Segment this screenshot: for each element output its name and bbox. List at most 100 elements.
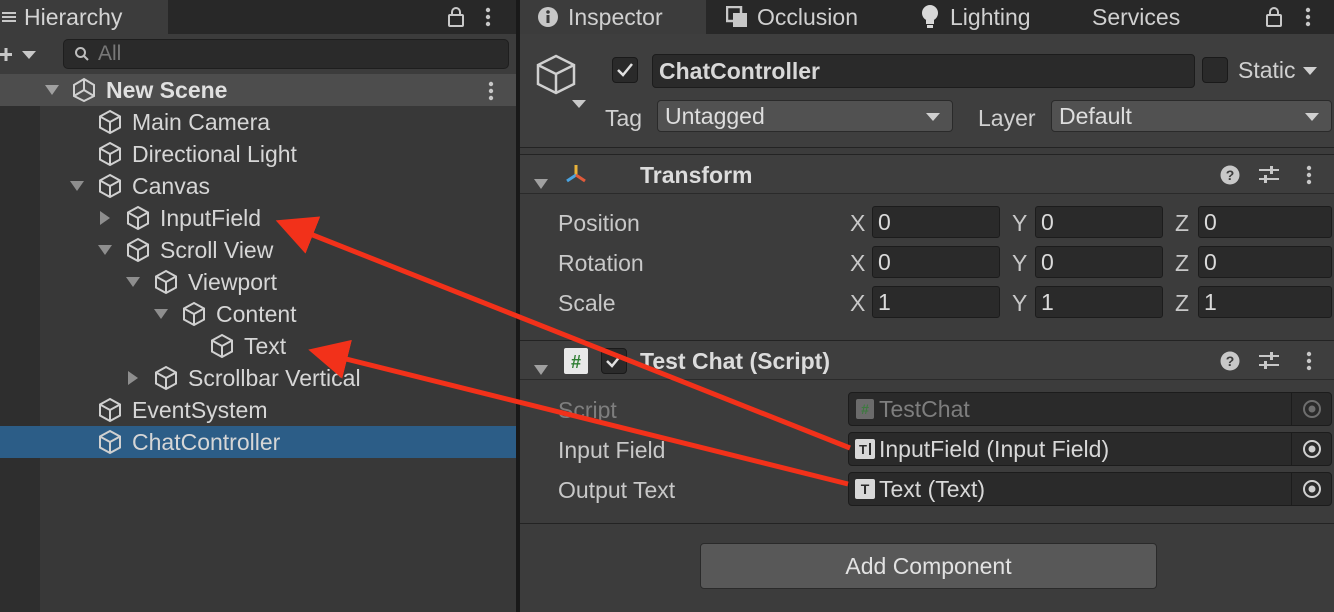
expand-arrow-icon[interactable] — [98, 243, 112, 257]
component-more-icon[interactable] — [1306, 350, 1312, 378]
hierarchy-tab[interactable]: Hierarchy — [0, 0, 168, 34]
collapse-arrow-icon[interactable] — [98, 211, 112, 225]
tag-label: Tag — [605, 105, 643, 131]
help-icon[interactable]: ? — [1220, 350, 1240, 377]
transform-header[interactable]: Transform ? — [520, 154, 1334, 194]
position-x-field[interactable]: 0 — [872, 206, 1000, 238]
preset-sliders-icon[interactable] — [1258, 350, 1280, 378]
rotation-z-field[interactable]: 0 — [1198, 246, 1332, 278]
axis-z-label[interactable]: Z — [1175, 210, 1189, 237]
object-name-field[interactable]: ChatController — [652, 54, 1195, 88]
object-picker-icon[interactable] — [1291, 473, 1331, 505]
output-text-value: Text (Text) — [879, 475, 986, 502]
search-icon — [74, 46, 90, 62]
list-icon — [2, 4, 20, 31]
expand-arrow-icon[interactable] — [45, 83, 59, 97]
tab-inspector[interactable]: Inspector — [520, 0, 706, 34]
transform-title: Transform — [640, 162, 753, 188]
static-dropdown-icon[interactable] — [1303, 67, 1317, 75]
tree-item-label: Content — [216, 300, 297, 327]
output-text-ref[interactable]: T Text (Text) — [848, 472, 1332, 506]
transform-position-label: Position — [558, 210, 640, 236]
gameobject-cube-icon — [180, 300, 208, 328]
tree-item-main-camera[interactable]: Main Camera — [0, 106, 516, 138]
inspector-more-icon[interactable] — [1304, 0, 1312, 34]
create-dropdown-button[interactable] — [0, 42, 42, 68]
scene-more-icon[interactable] — [487, 80, 495, 102]
help-icon[interactable]: ? — [1220, 164, 1240, 191]
input-field-ref[interactable]: T InputField (Input Field) — [848, 432, 1332, 466]
gameobject-cube-icon — [124, 236, 152, 264]
tree-item-inputfield[interactable]: InputField — [0, 202, 516, 234]
inspector-lock-icon[interactable] — [1264, 0, 1284, 34]
tree-item-directional-light[interactable]: Directional Light — [0, 138, 516, 170]
tab-lighting[interactable]: Lighting — [902, 0, 1031, 34]
axis-y-label[interactable]: Y — [1012, 210, 1027, 237]
tree-item-canvas[interactable]: Canvas — [0, 170, 516, 202]
svg-text:?: ? — [1226, 167, 1235, 183]
scale-x-field[interactable]: 1 — [872, 286, 1000, 318]
tree-item-text[interactable]: Text — [0, 330, 516, 362]
scale-x-value: 1 — [878, 288, 891, 315]
add-component-button[interactable]: Add Component — [700, 543, 1157, 589]
tree-item-label: Canvas — [132, 172, 210, 199]
position-y-field[interactable]: 0 — [1035, 206, 1163, 238]
tab-services[interactable]: Services — [1092, 0, 1180, 34]
testchat-header[interactable]: # Test Chat (Script) ? — [520, 340, 1334, 380]
tree-item-scroll-view[interactable]: Scroll View — [0, 234, 516, 266]
scene-row[interactable]: New Scene — [0, 74, 516, 106]
svg-text:T: T — [861, 481, 870, 497]
rotation-x-field[interactable]: 0 — [872, 246, 1000, 278]
tree-item-content[interactable]: Content — [0, 298, 516, 330]
hierarchy-tab-label: Hierarchy — [24, 3, 123, 30]
inspector-panel: Inspector Occlusion Lighting Services Ch… — [520, 0, 1334, 612]
lock-icon[interactable] — [446, 0, 466, 34]
tag-value: Untagged — [665, 102, 765, 129]
expand-arrow-icon[interactable] — [70, 179, 84, 193]
more-menu-icon[interactable] — [484, 0, 492, 34]
scale-z-field[interactable]: 1 — [1198, 286, 1332, 318]
script-enabled-checkbox[interactable] — [601, 348, 627, 374]
expand-arrow-icon[interactable] — [154, 307, 168, 321]
input-field-value: InputField (Input Field) — [879, 435, 1110, 462]
axis-y-label[interactable]: Y — [1012, 250, 1027, 277]
preset-sliders-icon[interactable] — [1258, 164, 1280, 192]
output-text-label: Output Text — [558, 477, 676, 503]
axis-x-label[interactable]: X — [850, 250, 865, 277]
tree-item-chatcontroller[interactable]: ChatController — [0, 426, 516, 458]
static-checkbox[interactable] — [1202, 57, 1228, 83]
chevron-down-icon — [926, 113, 940, 121]
axis-z-label[interactable]: Z — [1175, 290, 1189, 317]
tree-item-eventsystem[interactable]: EventSystem — [0, 394, 516, 426]
tree-item-label: Main Camera — [132, 108, 271, 135]
tree-item-viewport[interactable]: Viewport — [0, 266, 516, 298]
expand-arrow-icon[interactable] — [126, 275, 140, 289]
script-hash-icon: # — [564, 348, 588, 380]
position-z-field[interactable]: 0 — [1198, 206, 1332, 238]
tag-dropdown[interactable]: Untagged — [657, 100, 953, 132]
position-z-value: 0 — [1204, 208, 1217, 235]
gameobject-cube-icon[interactable] — [534, 52, 590, 108]
tab-occlusion-label: Occlusion — [757, 3, 858, 30]
axis-x-label[interactable]: X — [850, 290, 865, 317]
scale-y-field[interactable]: 1 — [1035, 286, 1163, 318]
static-label: Static — [1238, 57, 1296, 83]
scale-y-value: 1 — [1041, 288, 1054, 315]
rotation-y-field[interactable]: 0 — [1035, 246, 1163, 278]
tree-item-scrollbar-vertical[interactable]: Scrollbar Vertical — [0, 362, 516, 394]
tab-occlusion[interactable]: Occlusion — [706, 0, 858, 34]
foldout-arrow-icon[interactable] — [534, 169, 548, 196]
component-more-icon[interactable] — [1306, 164, 1312, 192]
layer-dropdown[interactable]: Default — [1051, 100, 1332, 132]
plus-icon — [0, 46, 16, 64]
scale-z-value: 1 — [1204, 288, 1217, 315]
search-input[interactable]: All — [63, 39, 509, 69]
collapse-arrow-icon[interactable] — [126, 371, 140, 385]
object-picker-icon[interactable] — [1291, 433, 1331, 465]
gameobject-cube-icon — [96, 108, 124, 136]
axis-x-label[interactable]: X — [850, 210, 865, 237]
axis-y-label[interactable]: Y — [1012, 290, 1027, 317]
foldout-arrow-icon[interactable] — [534, 355, 548, 382]
active-checkbox[interactable] — [612, 57, 638, 83]
axis-z-label[interactable]: Z — [1175, 250, 1189, 277]
